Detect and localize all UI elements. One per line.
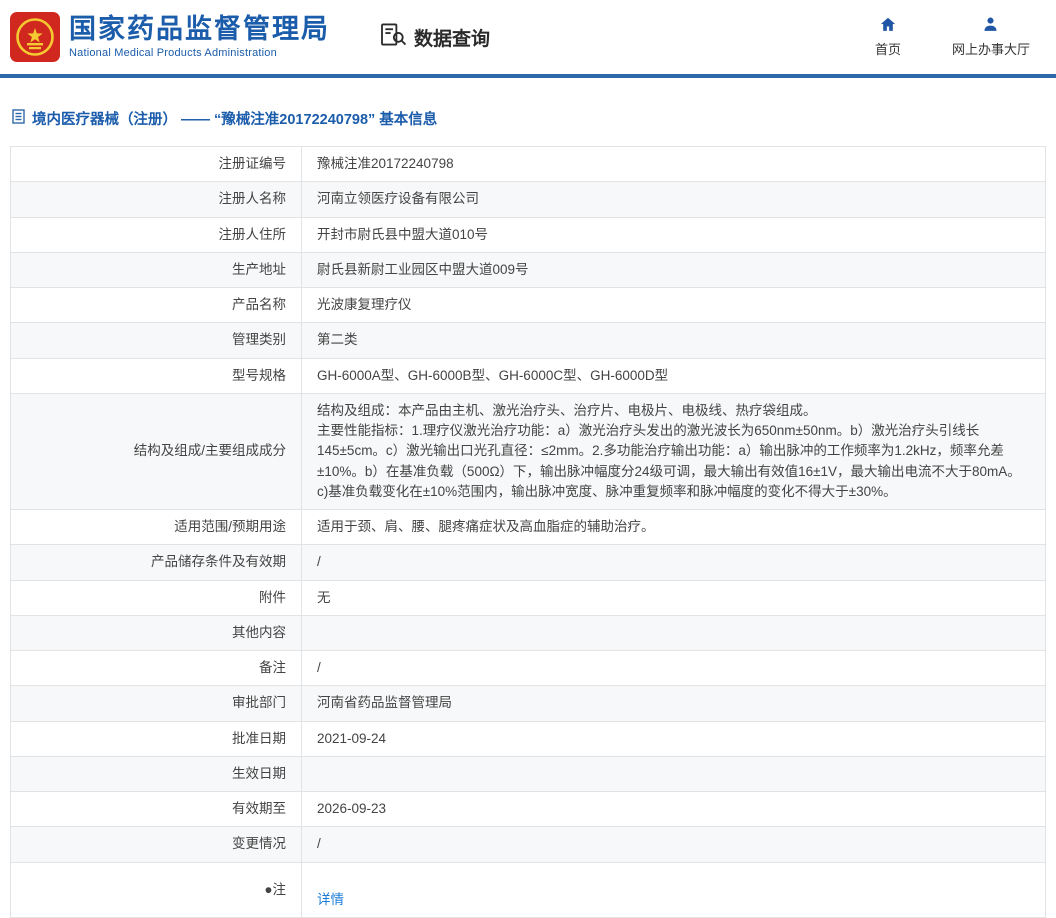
field-label: ●注 <box>11 862 302 918</box>
field-label: 变更情况 <box>11 827 302 862</box>
field-value: 适用于颈、肩、腰、腿疼痛症状及高血脂症的辅助治疗。 <box>302 510 1046 545</box>
field-value: 开封市尉氏县中盟大道010号 <box>302 217 1046 252</box>
field-value <box>302 756 1046 791</box>
field-label: 审批部门 <box>11 686 302 721</box>
field-label: 其他内容 <box>11 615 302 650</box>
table-row: 备注 / <box>11 651 1046 686</box>
field-value: 2021-09-24 <box>302 721 1046 756</box>
field-value: 河南立领医疗设备有限公司 <box>302 182 1046 217</box>
home-icon <box>879 16 897 36</box>
field-label: 产品名称 <box>11 288 302 323</box>
table-row: ●注 详情 <box>11 862 1046 918</box>
field-label: 产品储存条件及有效期 <box>11 545 302 580</box>
page-title-text: 境内医疗器械（注册） —— “豫械注准20172240798” 基本信息 <box>32 108 437 129</box>
field-label: 结构及组成/主要组成成分 <box>11 393 302 509</box>
table-row: 管理类别 第二类 <box>11 323 1046 358</box>
field-label: 有效期至 <box>11 792 302 827</box>
table-row: 审批部门 河南省药品监督管理局 <box>11 686 1046 721</box>
registration-info-table: 注册证编号 豫械注准20172240798 注册人名称 河南立领医疗设备有限公司… <box>10 146 1046 918</box>
details-link[interactable]: 详情 <box>317 892 344 907</box>
field-value: 尉氏县新尉工业园区中盟大道009号 <box>302 252 1046 287</box>
national-emblem-logo <box>10 12 60 62</box>
field-value <box>302 615 1046 650</box>
field-value: 光波康复理疗仪 <box>302 288 1046 323</box>
table-row: 生效日期 <box>11 756 1046 791</box>
field-label: 注册证编号 <box>11 147 302 182</box>
field-value: 2026-09-23 <box>302 792 1046 827</box>
field-label: 批准日期 <box>11 721 302 756</box>
field-label: 附件 <box>11 580 302 615</box>
table-row: 注册人住所 开封市尉氏县中盟大道010号 <box>11 217 1046 252</box>
field-value: / <box>302 651 1046 686</box>
table-row: 附件 无 <box>11 580 1046 615</box>
nav-item-home[interactable]: 首页 <box>864 16 912 58</box>
field-value: 结构及组成：本产品由主机、激光治疗头、治疗片、电极片、电极线、热疗袋组成。 主要… <box>302 393 1046 509</box>
field-label: 生效日期 <box>11 756 302 791</box>
table-row: 注册人名称 河南立领医疗设备有限公司 <box>11 182 1046 217</box>
field-value: / <box>302 827 1046 862</box>
table-row: 产品储存条件及有效期 / <box>11 545 1046 580</box>
table-row: 有效期至 2026-09-23 <box>11 792 1046 827</box>
person-icon <box>982 16 999 36</box>
table-row: 注册证编号 豫械注准20172240798 <box>11 147 1046 182</box>
org-name-en: National Medical Products Administration <box>69 47 330 59</box>
org-names: 国家药品监督管理局 National Medical Products Admi… <box>69 15 330 60</box>
table-row: 其他内容 <box>11 615 1046 650</box>
table-row: 产品名称 光波康复理疗仪 <box>11 288 1046 323</box>
field-label: 生产地址 <box>11 252 302 287</box>
field-value: / <box>302 545 1046 580</box>
field-label: 适用范围/预期用途 <box>11 510 302 545</box>
table-row: 批准日期 2021-09-24 <box>11 721 1046 756</box>
field-value: GH-6000A型、GH-6000B型、GH-6000C型、GH-6000D型 <box>302 358 1046 393</box>
nav-item-service-hall[interactable]: 网上办事大厅 <box>952 16 1030 58</box>
page-title: 境内医疗器械（注册） —— “豫械注准20172240798” 基本信息 <box>12 108 1056 129</box>
document-icon <box>12 109 25 128</box>
field-label: 备注 <box>11 651 302 686</box>
field-value: 无 <box>302 580 1046 615</box>
nav-service-hall-label: 网上办事大厅 <box>952 39 1030 58</box>
org-name-cn: 国家药品监督管理局 <box>69 15 330 45</box>
field-value: 详情 <box>302 862 1046 918</box>
header-divider <box>0 74 1056 78</box>
table-row: 生产地址 尉氏县新尉工业园区中盟大道009号 <box>11 252 1046 287</box>
table-row: 型号规格 GH-6000A型、GH-6000B型、GH-6000C型、GH-60… <box>11 358 1046 393</box>
page-header: 国家药品监督管理局 National Medical Products Admi… <box>0 0 1056 74</box>
field-label: 注册人名称 <box>11 182 302 217</box>
data-query-icon <box>380 23 407 52</box>
field-value: 豫械注准20172240798 <box>302 147 1046 182</box>
field-label: 型号规格 <box>11 358 302 393</box>
table-row: 适用范围/预期用途 适用于颈、肩、腰、腿疼痛症状及高血脂症的辅助治疗。 <box>11 510 1046 545</box>
table-row: 变更情况 / <box>11 827 1046 862</box>
field-label: 注册人住所 <box>11 217 302 252</box>
field-label: 管理类别 <box>11 323 302 358</box>
field-value: 第二类 <box>302 323 1046 358</box>
top-nav: 首页 网上办事大厅 <box>864 16 1038 58</box>
table-row: 结构及组成/主要组成成分 结构及组成：本产品由主机、激光治疗头、治疗片、电极片、… <box>11 393 1046 509</box>
field-value: 河南省药品监督管理局 <box>302 686 1046 721</box>
data-query-label: 数据查询 <box>414 24 490 51</box>
data-query-section: 数据查询 <box>380 23 490 52</box>
nav-home-label: 首页 <box>875 39 901 58</box>
